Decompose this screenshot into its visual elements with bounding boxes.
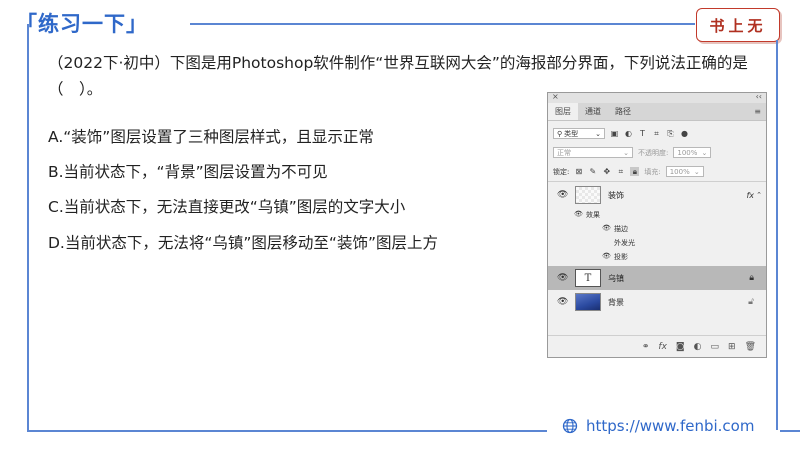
- lock-all-icon[interactable]: 🔒︎: [630, 167, 640, 176]
- lock-position-icon[interactable]: ✥: [602, 167, 611, 176]
- opacity-field[interactable]: 100% ⌄: [673, 147, 712, 158]
- trash-icon[interactable]: 🗑︎: [745, 342, 756, 352]
- lock-artboard-icon[interactable]: ⌗: [616, 167, 625, 176]
- effects-row: 👁︎ 效果: [548, 208, 766, 222]
- option-d: D.当前状态下，无法将“乌镇”图层移动至“装饰”图层上方: [48, 234, 438, 252]
- lock-image-icon[interactable]: ✎: [588, 167, 597, 176]
- frame-bottom-right: [780, 430, 800, 432]
- layer-wuzhen[interactable]: 👁︎ T 乌镇 🔒︎: [548, 266, 766, 290]
- tab-channels[interactable]: 通道: [578, 103, 608, 120]
- pixel-filter-icon[interactable]: ▣: [610, 129, 619, 138]
- eye-icon[interactable]: 👁︎: [602, 224, 611, 232]
- layer-decoration[interactable]: 👁︎ 装饰 fx ⌃: [548, 182, 766, 208]
- blend-mode-value: 正常: [557, 148, 571, 157]
- link-icon[interactable]: ⚭: [642, 342, 650, 352]
- fill-field[interactable]: 100% ⌄: [665, 166, 704, 177]
- globe-icon: [562, 418, 578, 434]
- adjustment-filter-icon[interactable]: ◐: [624, 129, 633, 138]
- chevron-down-icon: ⌄: [701, 148, 708, 157]
- fill-label: 填充:: [644, 167, 661, 176]
- eye-icon[interactable]: 👁︎: [602, 252, 611, 260]
- chevron-down-icon: ⌄: [623, 148, 629, 157]
- layers-panel: × ‹‹ 图层 通道 路径 ≡ ⚲ 类型 ⌄ ▣ ◐ T ⌗ ⎘ ● 正常 ⌄ …: [547, 92, 767, 358]
- fill-value: 100%: [669, 167, 690, 176]
- chevron-down-icon: ⌄: [595, 129, 601, 138]
- adjustment-icon[interactable]: ◐: [694, 342, 702, 352]
- layer-name: 乌镇: [608, 273, 624, 283]
- mask-icon[interactable]: ◙: [676, 342, 685, 352]
- header-divider: [190, 23, 695, 25]
- chevron-up-icon[interactable]: ⌃: [756, 191, 762, 199]
- tab-paths[interactable]: 路径: [608, 103, 638, 120]
- layer-background[interactable]: 👁︎ 背景 🔓︎: [548, 290, 766, 314]
- group-icon[interactable]: ▭: [711, 342, 720, 352]
- type-filter-icon[interactable]: T: [638, 129, 647, 138]
- layer-name: 背景: [608, 297, 624, 307]
- layer-name: 装饰: [608, 190, 624, 200]
- filter-value: 类型: [564, 129, 579, 138]
- blend-mode-select[interactable]: 正常 ⌄: [553, 147, 633, 158]
- opacity-value: 100%: [677, 148, 698, 157]
- lock-icon: 🔓︎: [748, 297, 754, 307]
- tab-layers[interactable]: 图层: [548, 103, 578, 120]
- effect-stroke-row: 👁︎ 描边: [548, 222, 766, 236]
- lock-transparent-icon[interactable]: ⊠: [574, 167, 583, 176]
- frame-bottom: [27, 430, 547, 432]
- panel-titlebar: × ‹‹: [548, 92, 766, 103]
- layer-thumbnail: [575, 186, 601, 204]
- title: 「练习一下」: [16, 12, 148, 36]
- collapse-icon[interactable]: ‹‹: [756, 92, 762, 101]
- brand-badge: 书上无: [696, 8, 780, 42]
- eye-icon[interactable]: 👁︎: [574, 210, 583, 218]
- effect-drop-shadow-row: 👁︎ 投影: [548, 250, 766, 264]
- lock-icon: 🔒︎: [749, 273, 754, 283]
- lock-label: 锁定:: [553, 167, 570, 176]
- filter-select[interactable]: ⚲ 类型 ⌄: [553, 128, 605, 139]
- eye-icon[interactable]: 👁︎: [557, 273, 568, 283]
- effect-outer-glow: 外发光: [614, 239, 635, 247]
- footer: https://www.fenbi.com: [562, 417, 754, 435]
- filter-row: ⚲ 类型 ⌄ ▣ ◐ T ⌗ ⎘ ●: [548, 124, 766, 143]
- type-icon: T: [584, 272, 592, 284]
- effect-drop-shadow: 投影: [614, 253, 628, 261]
- option-a: A.“装饰”图层设置了三种图层样式，且显示正常: [48, 128, 374, 146]
- lock-row: 锁定: ⊠ ✎ ✥ ⌗ 🔒︎ 填充: 100% ⌄: [548, 162, 766, 181]
- new-layer-icon[interactable]: ⊞: [728, 342, 736, 352]
- smart-object-filter-icon[interactable]: ⎘: [666, 129, 675, 138]
- fx-icon[interactable]: fx: [658, 342, 667, 352]
- chevron-down-icon: ⌄: [693, 167, 700, 176]
- option-c: C.当前状态下，无法直接更改“乌镇”图层的文字大小: [48, 198, 406, 216]
- filter-toggle-icon[interactable]: ●: [680, 129, 689, 138]
- eye-icon[interactable]: 👁︎: [557, 190, 568, 200]
- panel-footer: ⚭ fx ◙ ◐ ▭ ⊞ 🗑︎: [548, 335, 766, 357]
- panel-tabs: 图层 通道 路径 ≡: [548, 103, 766, 121]
- frame-left: [27, 24, 29, 430]
- effect-outer-glow-row: 外发光: [548, 236, 766, 250]
- option-b: B.当前状态下，“背景”图层设置为不可见: [48, 163, 328, 181]
- shape-filter-icon[interactable]: ⌗: [652, 129, 661, 138]
- close-icon[interactable]: ×: [552, 92, 559, 101]
- blend-row: 正常 ⌄ 不透明度: 100% ⌄: [548, 143, 766, 162]
- panel-menu-icon[interactable]: ≡: [754, 107, 761, 116]
- effects-label: 效果: [586, 211, 600, 219]
- effect-stroke: 描边: [614, 225, 628, 233]
- opacity-label: 不透明度:: [638, 148, 669, 157]
- eye-icon[interactable]: 👁︎: [557, 297, 568, 307]
- type-layer-thumbnail: T: [575, 269, 601, 287]
- fx-icon[interactable]: fx: [746, 191, 754, 200]
- footer-url[interactable]: https://www.fenbi.com: [586, 417, 754, 435]
- layer-thumbnail: [575, 293, 601, 311]
- search-icon: ⚲: [557, 129, 563, 138]
